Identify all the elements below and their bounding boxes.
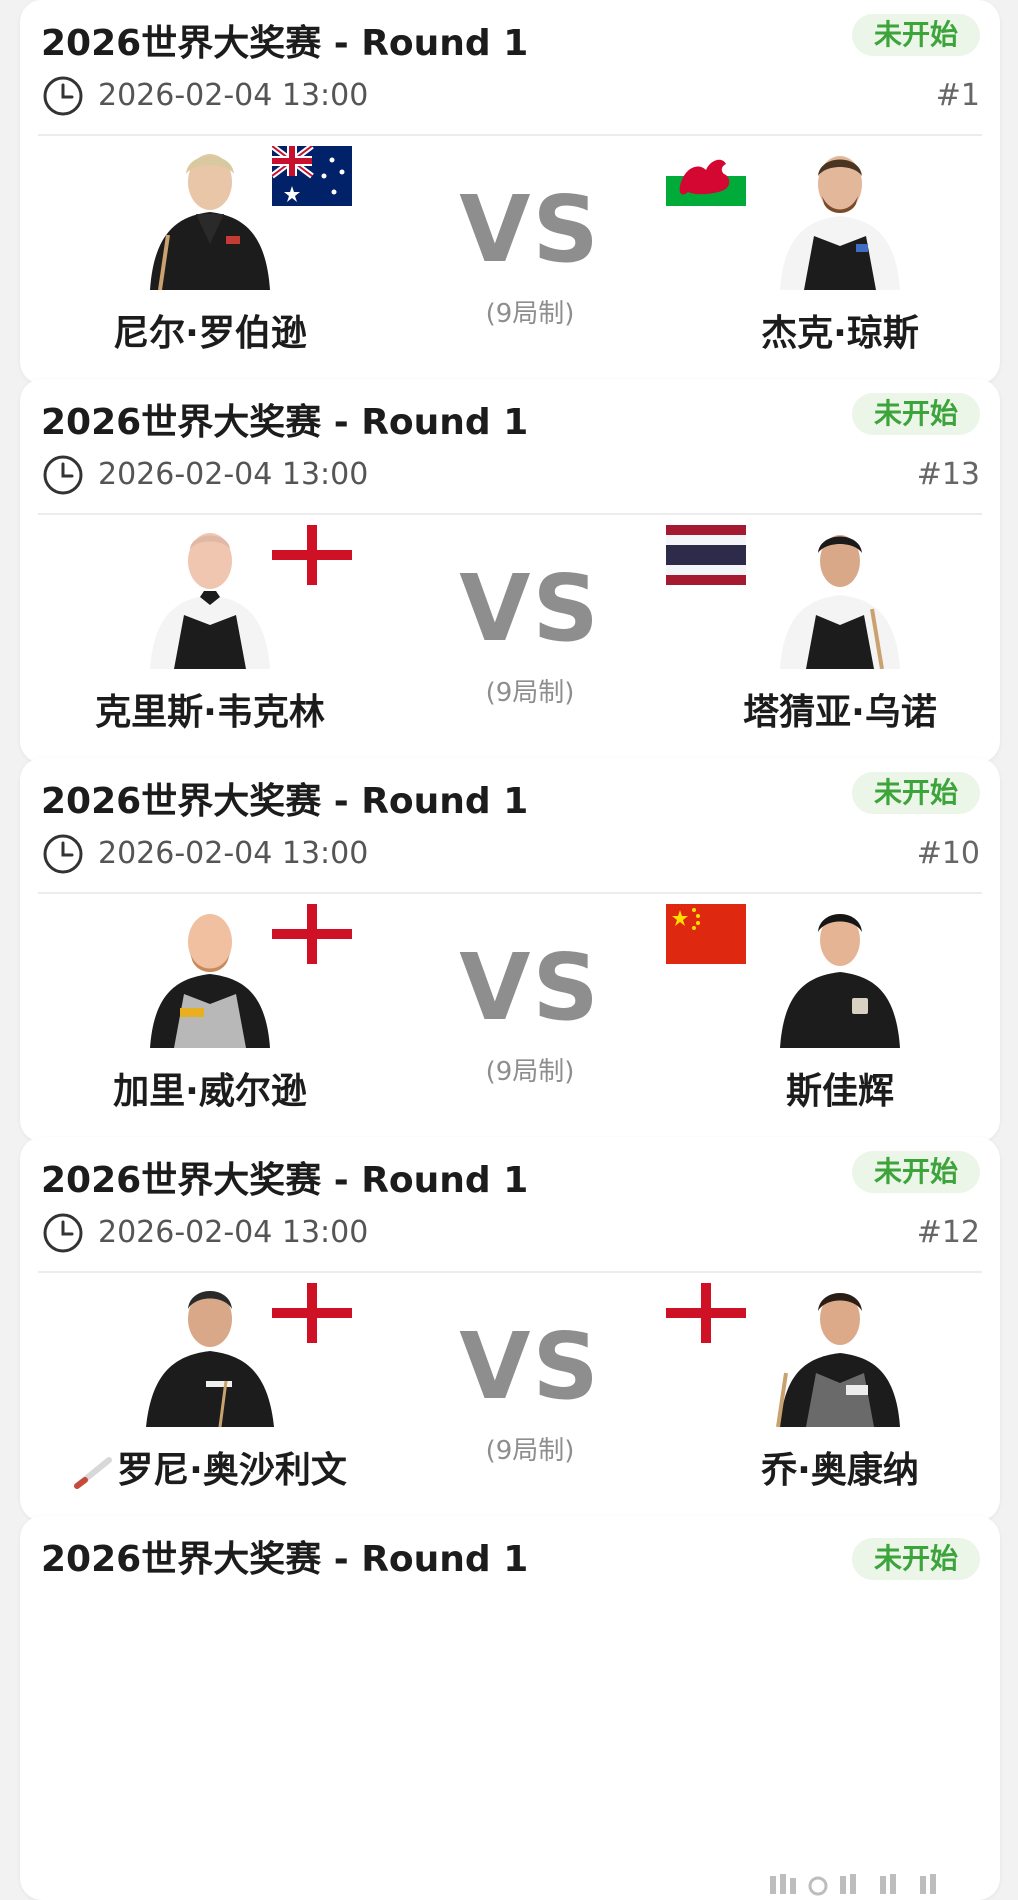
match-number: #1 xyxy=(935,78,980,113)
match-title: 2026世界大奖赛 - Round 1 xyxy=(41,23,529,64)
wales-flag-icon xyxy=(666,146,746,206)
player1-name[interactable]: 罗尼·奥沙利文 xyxy=(45,1449,375,1493)
match-title: 2026世界大奖赛 - Round 1 xyxy=(41,402,529,443)
clock-icon xyxy=(43,76,83,116)
divider xyxy=(38,1271,982,1273)
australia-flag-icon xyxy=(272,146,352,206)
player2-name[interactable]: 塔猜亚·乌诺 xyxy=(675,691,1000,735)
match-title: 2026世界大奖赛 - Round 1 xyxy=(41,781,529,822)
match-time: 2026-02-04 13:00 xyxy=(98,1215,369,1250)
match-title: 2026世界大奖赛 - Round 1 xyxy=(41,1160,529,1201)
player2-name[interactable]: 乔·奥康纳 xyxy=(675,1449,1000,1493)
match-card[interactable]: 2026世界大奖赛 - Round 1 未开始 2026-02-04 13:00… xyxy=(20,0,1000,384)
clock-icon xyxy=(43,1213,83,1253)
match-time: 2026-02-04 13:00 xyxy=(98,836,369,871)
match-time: 2026-02-04 13:00 xyxy=(98,457,369,492)
player1-name[interactable]: 加里·威尔逊 xyxy=(45,1070,375,1114)
vs-label: VS xyxy=(459,934,601,1041)
england-flag-icon xyxy=(272,1283,352,1343)
divider xyxy=(38,513,982,515)
england-flag-icon xyxy=(272,525,352,585)
match-number: #13 xyxy=(916,457,980,492)
china-flag-icon xyxy=(666,904,746,964)
player1-portrait[interactable] xyxy=(130,898,290,1048)
player1-portrait[interactable] xyxy=(130,140,290,290)
thailand-flag-icon xyxy=(666,525,746,585)
vs-label: VS xyxy=(459,555,601,662)
status-badge: 未开始 xyxy=(851,393,980,435)
player1-name-text: 罗尼·奥沙利文 xyxy=(117,1450,347,1491)
match-time: 2026-02-04 13:00 xyxy=(98,78,369,113)
player2-name[interactable]: 杰克·琼斯 xyxy=(675,312,1000,356)
clock-icon xyxy=(43,455,83,495)
player1-portrait[interactable] xyxy=(130,519,290,669)
match-format: (9局制) xyxy=(485,1057,575,1087)
match-card[interactable]: 2026世界大奖赛 - Round 1 未开始 2026-02-04 13:00… xyxy=(20,1137,1000,1521)
status-badge: 未开始 xyxy=(851,14,980,56)
player2-portrait[interactable] xyxy=(760,140,920,290)
player1-name[interactable]: 克里斯·韦克林 xyxy=(45,691,375,735)
status-badge: 未开始 xyxy=(851,772,980,814)
player2-portrait[interactable] xyxy=(760,519,920,669)
match-number: #10 xyxy=(916,836,980,871)
england-flag-icon xyxy=(666,1283,746,1343)
match-card[interactable]: 2026世界大奖赛 - Round 1 未开始 2026-02-04 13:00… xyxy=(20,379,1000,763)
vs-label: VS xyxy=(459,176,601,283)
divider xyxy=(38,892,982,894)
match-format: (9局制) xyxy=(485,1436,575,1466)
match-card[interactable]: 2026世界大奖赛 - Round 1 未开始 xyxy=(20,1516,1000,1900)
vs-label: VS xyxy=(459,1313,601,1420)
player2-portrait[interactable] xyxy=(760,898,920,1048)
status-badge: 未开始 xyxy=(851,1151,980,1193)
player1-name[interactable]: 尼尔·罗伯逊 xyxy=(45,312,375,356)
match-title: 2026世界大奖赛 - Round 1 xyxy=(41,1539,529,1580)
match-format: (9局制) xyxy=(485,299,575,329)
status-badge: 未开始 xyxy=(851,1538,980,1580)
player2-name[interactable]: 斯佳辉 xyxy=(675,1070,1000,1114)
player2-portrait[interactable] xyxy=(760,1277,920,1427)
match-format: (9局制) xyxy=(485,678,575,708)
england-flag-icon xyxy=(272,904,352,964)
match-number: #12 xyxy=(916,1215,980,1250)
clock-icon xyxy=(43,834,83,874)
player1-portrait[interactable] xyxy=(130,1277,290,1427)
divider xyxy=(38,134,982,136)
cue-icon xyxy=(74,1457,113,1489)
match-card[interactable]: 2026世界大奖赛 - Round 1 未开始 2026-02-04 13:00… xyxy=(20,758,1000,1142)
overlay-watermark-icon xyxy=(770,1874,936,1896)
